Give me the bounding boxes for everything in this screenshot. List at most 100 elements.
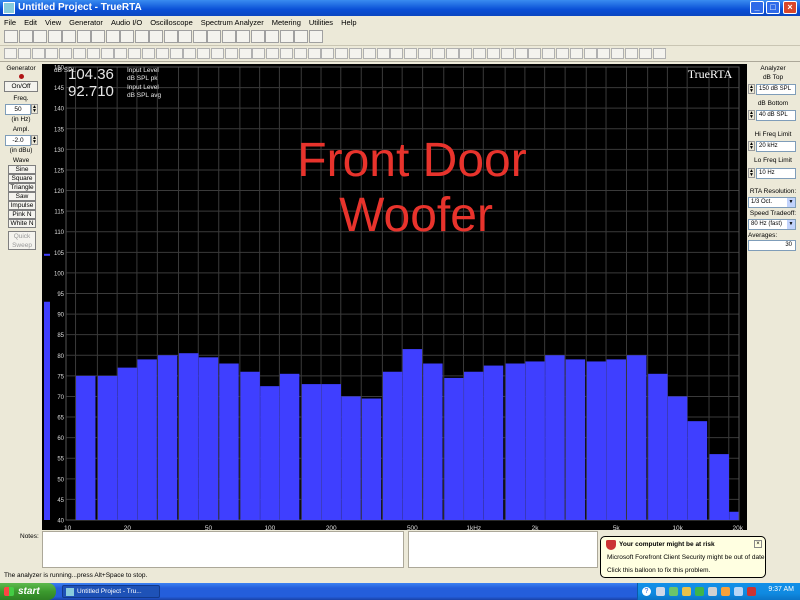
tray-app-icon[interactable] [708, 587, 717, 596]
band-toolbar-button-icon[interactable] [418, 48, 431, 59]
toolbar-button-icon[interactable] [134, 30, 149, 43]
menu-help[interactable]: Help [337, 16, 360, 27]
band-toolbar-button-icon[interactable] [376, 48, 390, 59]
band-toolbar-button-icon[interactable] [404, 48, 418, 59]
band-toolbar-button-icon[interactable] [155, 48, 169, 59]
toolbar-button-icon[interactable] [163, 30, 178, 43]
menu-file[interactable]: File [0, 16, 20, 27]
close-button[interactable]: × [783, 1, 797, 14]
band-toolbar-button-icon[interactable] [86, 48, 100, 59]
toolbar-button-icon[interactable] [149, 30, 163, 43]
band-toolbar-button-icon[interactable] [280, 48, 293, 59]
band-toolbar-button-icon[interactable] [556, 48, 569, 59]
band-toolbar-button-icon[interactable] [390, 48, 404, 59]
band-toolbar-button-icon[interactable] [597, 48, 611, 59]
band-toolbar-button-icon[interactable] [431, 48, 445, 59]
band-toolbar-button-icon[interactable] [293, 48, 307, 59]
band-toolbar-button-icon[interactable] [100, 48, 114, 59]
menu-spectrum-analyzer[interactable]: Spectrum Analyzer [197, 16, 268, 27]
toolbar-button-icon[interactable] [294, 30, 308, 43]
minimize-button[interactable]: _ [750, 1, 764, 14]
speed-tradeoff-select[interactable]: 80 Hz (fast) ▼ [748, 219, 796, 230]
wave-square-button[interactable]: Square [8, 174, 36, 183]
menu-utilities[interactable]: Utilities [305, 16, 337, 27]
security-shield-icon[interactable] [747, 587, 756, 596]
band-toolbar-button-icon[interactable] [17, 48, 31, 59]
maximize-button[interactable]: □ [766, 1, 780, 14]
tray-app-icon[interactable] [669, 587, 678, 596]
chevron-down-icon[interactable]: ▼ [787, 220, 795, 229]
band-toolbar-button-icon[interactable] [307, 48, 321, 59]
band-toolbar-button-icon[interactable] [569, 48, 583, 59]
band-toolbar-button-icon[interactable] [514, 48, 528, 59]
toolbar-button-icon[interactable] [192, 30, 207, 43]
toolbar-button-icon[interactable] [18, 30, 33, 43]
network-icon[interactable] [656, 587, 665, 596]
menu-edit[interactable]: Edit [20, 16, 41, 27]
band-toolbar-button-icon[interactable] [321, 48, 335, 59]
tray-app-icon[interactable] [695, 587, 704, 596]
chevron-down-icon[interactable]: ▼ [787, 198, 795, 207]
band-toolbar-button-icon[interactable] [73, 48, 86, 59]
band-toolbar-button-icon[interactable] [59, 48, 73, 59]
band-toolbar-button-icon[interactable] [183, 48, 197, 59]
quick-sweep-button[interactable]: Quick Sweep [8, 231, 36, 250]
averages-field[interactable]: 30 [748, 240, 796, 251]
toolbar-button-icon[interactable] [250, 30, 265, 43]
band-toolbar-button-icon[interactable] [169, 48, 183, 59]
band-toolbar-button-icon[interactable] [224, 48, 238, 59]
menu-oscilloscope[interactable]: Oscilloscope [146, 16, 197, 27]
volume-icon[interactable] [734, 587, 743, 596]
help-icon[interactable]: ? [642, 587, 651, 596]
band-toolbar-button-icon[interactable] [142, 48, 155, 59]
wave-impulse-button[interactable]: Impulse [8, 201, 36, 210]
toolbar-button-icon[interactable] [178, 30, 192, 43]
band-toolbar-button-icon[interactable] [114, 48, 128, 59]
band-toolbar-button-icon[interactable] [583, 48, 597, 59]
toolbar-button-icon[interactable] [4, 30, 18, 43]
ampl-input[interactable]: -2.0 [5, 135, 31, 146]
wave-triangle-button[interactable]: Triangle [8, 183, 36, 192]
band-toolbar-button-icon[interactable] [197, 48, 211, 59]
band-toolbar-button-icon[interactable] [638, 48, 652, 59]
lo-freq-spinner[interactable]: ▲ ▼ [748, 168, 755, 178]
db-top-field[interactable]: 150 dB SPL [756, 84, 796, 95]
band-toolbar-button-icon[interactable] [625, 48, 638, 59]
band-toolbar-button-icon[interactable] [528, 48, 542, 59]
band-toolbar-button-icon[interactable] [473, 48, 487, 59]
menu-metering[interactable]: Metering [268, 16, 305, 27]
toolbar-button-icon[interactable] [91, 30, 105, 43]
hi-freq-field[interactable]: 20 kHz [756, 141, 796, 152]
toolbar-button-icon[interactable] [236, 30, 250, 43]
band-toolbar-button-icon[interactable] [445, 48, 459, 59]
band-toolbar-button-icon[interactable] [266, 48, 280, 59]
db-bottom-field[interactable]: 40 dB SPL [756, 110, 796, 121]
toolbar-button-icon[interactable] [105, 30, 120, 43]
wave-white-noise-button[interactable]: White N [8, 219, 36, 228]
menu-generator[interactable]: Generator [65, 16, 107, 27]
band-toolbar-button-icon[interactable] [349, 48, 362, 59]
toolbar-button-icon[interactable] [47, 30, 62, 43]
band-toolbar-button-icon[interactable] [128, 48, 142, 59]
band-toolbar-button-icon[interactable] [459, 48, 473, 59]
toolbar-button-icon[interactable] [207, 30, 221, 43]
security-balloon[interactable]: Your computer might be at risk × Microso… [600, 536, 766, 578]
toolbar-button-icon[interactable] [76, 30, 91, 43]
band-toolbar-button-icon[interactable] [4, 48, 17, 59]
band-toolbar-button-icon[interactable] [238, 48, 252, 59]
rta-resolution-select[interactable]: 1/3 Oct. ▼ [748, 197, 796, 208]
wave-sine-button[interactable]: Sine [8, 165, 36, 174]
ampl-spinner[interactable]: ▲ ▼ [31, 135, 38, 145]
band-toolbar-button-icon[interactable] [362, 48, 376, 59]
band-toolbar-button-icon[interactable] [500, 48, 514, 59]
menu-view[interactable]: View [41, 16, 65, 27]
band-toolbar-button-icon[interactable] [487, 48, 500, 59]
menu-audio-io[interactable]: Audio I/O [107, 16, 146, 27]
toolbar-button-icon[interactable] [62, 30, 76, 43]
wave-saw-button[interactable]: Saw [8, 192, 36, 201]
notes-secondary-box[interactable] [408, 531, 598, 568]
band-toolbar-button-icon[interactable] [652, 48, 666, 59]
band-toolbar-button-icon[interactable] [542, 48, 556, 59]
band-toolbar-button-icon[interactable] [252, 48, 266, 59]
generator-onoff-button[interactable]: On/Off [4, 81, 38, 92]
